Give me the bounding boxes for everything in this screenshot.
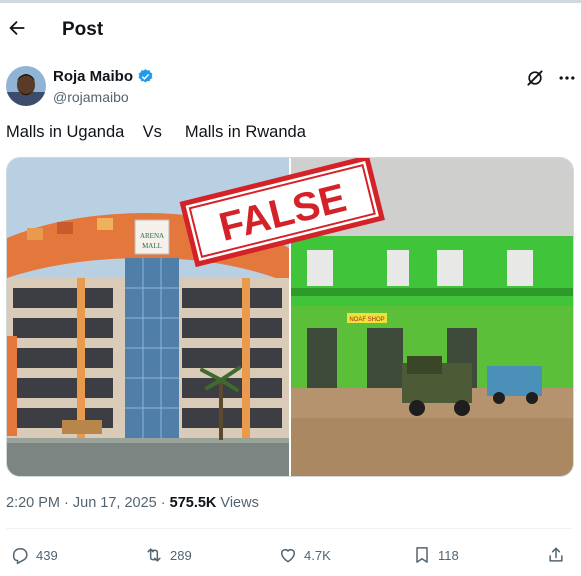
avatar[interactable] — [6, 66, 46, 106]
tweet-meta: 2:20 PM · Jun 17, 2025 · 575.5K Views — [6, 495, 259, 511]
share-icon — [549, 547, 563, 562]
bookmark-icon — [416, 547, 428, 563]
mall-sign-top: ARENA — [140, 232, 164, 240]
reply-count: 439 — [36, 547, 58, 563]
mall-sign-bottom: MALL — [142, 242, 162, 250]
repost-count: 289 — [170, 547, 192, 563]
bookmark-button[interactable]: 118 — [412, 544, 459, 566]
repost-icon — [147, 548, 161, 562]
verified-badge-icon — [138, 69, 153, 83]
more-options-icon[interactable] — [557, 68, 577, 88]
timestamp[interactable]: 2:20 PM · Jun 17, 2025 · — [6, 495, 170, 511]
tweet-media[interactable]: ARENA MALL NOAF SHOP FALSE — [6, 157, 574, 477]
arrow-left-icon[interactable] — [6, 17, 28, 39]
grok-icon[interactable] — [525, 68, 545, 88]
heart-icon — [281, 549, 295, 563]
like-count: 4.7K — [304, 547, 331, 563]
like-button[interactable]: 4.7K — [278, 544, 331, 566]
divider — [6, 528, 572, 529]
share-button[interactable] — [546, 544, 566, 566]
bookmark-count: 118 — [438, 547, 459, 563]
reply-button[interactable]: 439 — [10, 544, 58, 566]
views-count: 575.5K — [169, 495, 217, 511]
page-title: Post — [62, 19, 104, 40]
shop-sign: NOAF SHOP — [349, 317, 384, 323]
views-label: Views — [216, 495, 259, 511]
reply-icon — [13, 548, 28, 565]
page-header: Post — [0, 3, 581, 53]
author-name[interactable]: Roja Maibo — [53, 68, 133, 85]
repost-button[interactable]: 289 — [144, 544, 192, 566]
author-handle[interactable]: @rojamaibo — [53, 89, 129, 105]
tweet-text: Malls in Uganda Vs Malls in Rwanda — [6, 123, 306, 141]
